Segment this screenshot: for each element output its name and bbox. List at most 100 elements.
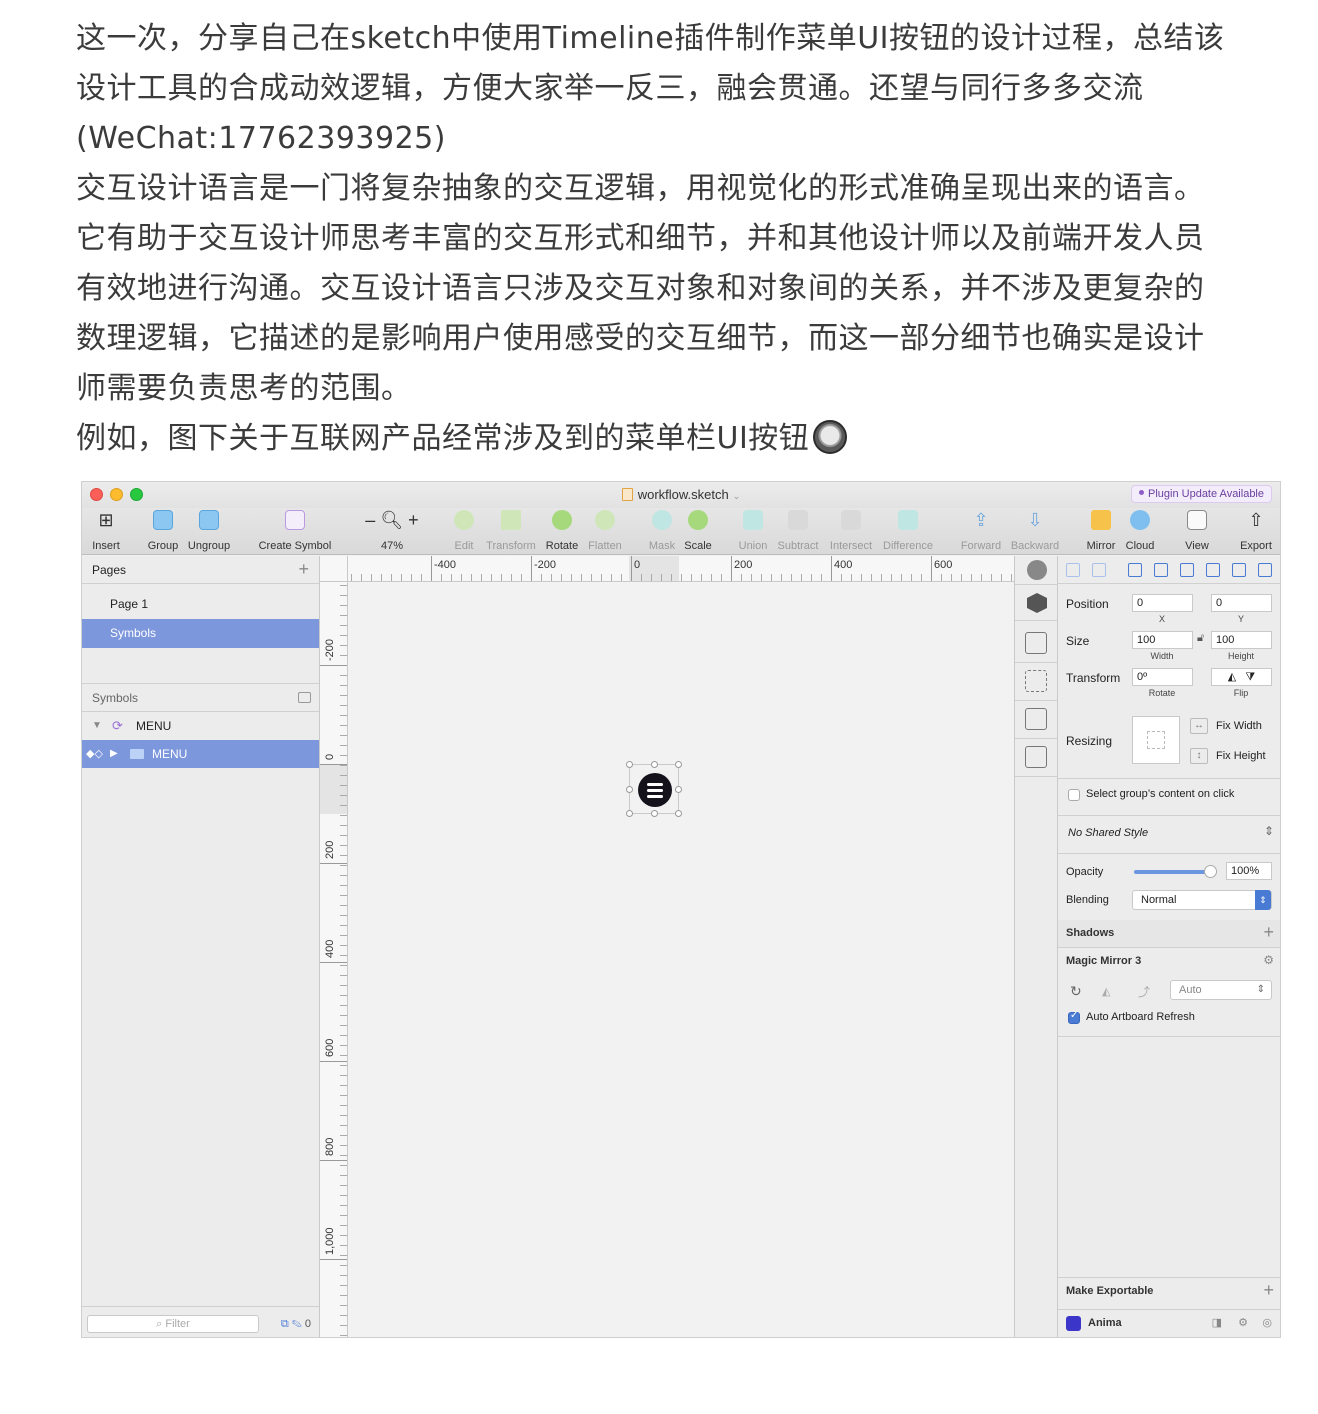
disclosure-triangle-icon[interactable]: ▼ bbox=[92, 712, 102, 740]
distribute-horizontal-icon[interactable] bbox=[1066, 563, 1080, 577]
form-icon[interactable] bbox=[1025, 632, 1047, 654]
fix-width-label[interactable]: Fix Width bbox=[1216, 720, 1262, 732]
intersect-label: Intersect bbox=[829, 540, 873, 552]
align-left-icon[interactable] bbox=[1128, 563, 1142, 577]
align-center-icon[interactable] bbox=[1154, 563, 1168, 577]
gear-icon[interactable]: ⚙ bbox=[1238, 1310, 1248, 1337]
width-field[interactable]: 100 bbox=[1132, 631, 1193, 649]
ungroup-button[interactable]: Ungroup bbox=[179, 510, 239, 552]
filter-tools[interactable]: ⧉ ✎ 0 bbox=[281, 1318, 311, 1331]
collapse-icon[interactable] bbox=[298, 692, 311, 703]
align-top-icon[interactable] bbox=[1206, 563, 1220, 577]
plugin-update-badge[interactable]: Plugin Update Available bbox=[1131, 485, 1272, 503]
insert-button[interactable]: ⊞ Insert bbox=[82, 510, 136, 552]
resize-handle[interactable] bbox=[626, 810, 633, 817]
mirror-shape-icon[interactable]: ◭ bbox=[1102, 985, 1110, 998]
hamburger-menu-icon[interactable] bbox=[638, 773, 672, 807]
target-icon[interactable]: ◎ bbox=[1262, 1310, 1272, 1337]
chevron-down-icon[interactable]: ⌄ bbox=[733, 491, 741, 501]
rotate-shape-icon[interactable]: ⤴ bbox=[1138, 983, 1150, 1000]
y-field[interactable]: 0 bbox=[1211, 594, 1272, 612]
vertical-ruler[interactable]: -200 0 200 400 600 800 1,000 bbox=[320, 582, 348, 1337]
resize-handle[interactable] bbox=[626, 761, 633, 768]
page-item-selected[interactable]: Symbols bbox=[82, 619, 319, 648]
resize-handle[interactable] bbox=[675, 761, 682, 768]
chevron-updown-icon[interactable]: ⇕ bbox=[1264, 824, 1274, 838]
scale-button[interactable]: Scale bbox=[668, 510, 728, 552]
auto-artboard-refresh-checkbox[interactable] bbox=[1068, 1010, 1080, 1024]
flip-control[interactable]: ◭ ⧩ bbox=[1211, 668, 1272, 686]
flatten-button[interactable]: Flatten bbox=[575, 510, 635, 552]
difference-button[interactable]: Difference bbox=[878, 510, 938, 552]
zoom-control[interactable]: – 🔍︎ + 47% bbox=[362, 510, 422, 552]
blending-select[interactable]: Normal ⇕ bbox=[1132, 890, 1272, 910]
layer-row[interactable]: ▼ ⟳ MENU bbox=[82, 712, 319, 740]
ruler-tick bbox=[340, 1325, 347, 1326]
document-title: workflow.sketch ⌄ bbox=[82, 487, 1280, 502]
resizing-constraints-widget[interactable] bbox=[1132, 716, 1180, 764]
ruler-label: 0 bbox=[324, 753, 336, 760]
distribute-vertical-icon[interactable] bbox=[1092, 563, 1106, 577]
gear-icon[interactable]: ⚙ bbox=[1263, 948, 1274, 973]
align-right-icon[interactable] bbox=[1180, 563, 1194, 577]
rotate-field[interactable]: 0º bbox=[1132, 668, 1193, 686]
flip-horizontal-icon[interactable]: ◭ bbox=[1228, 671, 1236, 683]
create-symbol-button[interactable]: Create Symbol bbox=[250, 510, 340, 552]
resize-handle[interactable] bbox=[651, 810, 658, 817]
page-item[interactable]: Page 1 bbox=[82, 590, 319, 619]
align-middle-icon[interactable] bbox=[1232, 563, 1246, 577]
resize-artboard-icon[interactable] bbox=[1025, 708, 1047, 730]
opacity-field[interactable]: 100% bbox=[1226, 862, 1272, 880]
flip-vertical-icon[interactable]: ⧩ bbox=[1245, 671, 1255, 683]
fix-height-label[interactable]: Fix Height bbox=[1216, 750, 1266, 762]
add-shadow-icon[interactable]: + bbox=[1263, 920, 1274, 945]
resize-handle[interactable] bbox=[626, 786, 633, 793]
paragraph-line: 数理逻辑，它描述的是影响用户使用感受的交互细节，而这一部分细节也确实是设计 bbox=[76, 321, 1205, 356]
subtract-button[interactable]: Subtract bbox=[768, 510, 828, 552]
ruler-tick bbox=[401, 574, 402, 581]
align-bottom-icon[interactable] bbox=[1258, 563, 1272, 577]
forward-button[interactable]: ⇪ Forward bbox=[951, 510, 1011, 552]
export-button[interactable]: ⇧ Export bbox=[1226, 510, 1280, 552]
resize-handle[interactable] bbox=[675, 786, 682, 793]
panel-toggle-icon[interactable]: ◨ bbox=[1212, 1310, 1222, 1337]
backward-button[interactable]: ⇩ Backward bbox=[1005, 510, 1065, 552]
ruler-tick bbox=[381, 574, 382, 581]
layer-name: MENU bbox=[136, 719, 172, 733]
hexagon-icon[interactable] bbox=[1027, 593, 1047, 613]
opacity-slider[interactable] bbox=[1134, 870, 1210, 874]
magic-mirror-mode-select[interactable]: Auto ⇕ bbox=[1170, 980, 1272, 1000]
layer-row-selected[interactable]: ◆◇ ▶ MENU bbox=[82, 740, 319, 768]
ruler-tick bbox=[791, 574, 792, 581]
ruler-tick bbox=[340, 1125, 347, 1126]
selected-symbol[interactable] bbox=[626, 761, 682, 817]
add-export-icon[interactable]: + bbox=[1263, 1278, 1274, 1303]
view-button[interactable]: View bbox=[1167, 510, 1227, 552]
height-field[interactable]: 100 bbox=[1211, 631, 1272, 649]
select-group-content-checkbox[interactable] bbox=[1068, 789, 1080, 801]
ruler-tick bbox=[821, 574, 822, 581]
lock-icon[interactable]: 🔓︎ bbox=[1197, 632, 1204, 645]
intersect-button[interactable]: Intersect bbox=[821, 510, 881, 552]
add-page-icon[interactable]: + bbox=[298, 556, 309, 582]
cloud-button[interactable]: Cloud bbox=[1110, 510, 1170, 552]
ruler-label: 600 bbox=[324, 1038, 336, 1057]
filter-input[interactable]: ⌕ Filter bbox=[87, 1315, 259, 1333]
horizontal-ruler[interactable]: -400 -200 0 200 400 600 bbox=[348, 556, 1014, 582]
filter-placeholder: Filter bbox=[165, 1318, 190, 1330]
x-field[interactable]: 0 bbox=[1132, 594, 1193, 612]
disclosure-triangle-icon[interactable]: ▶ bbox=[110, 740, 118, 768]
components-icon[interactable] bbox=[1025, 670, 1047, 692]
resize-handle[interactable] bbox=[675, 810, 682, 817]
shared-style-select[interactable]: No Shared Style bbox=[1068, 827, 1148, 839]
refresh-icon[interactable]: ↻ bbox=[1070, 983, 1082, 1000]
resize-handle[interactable] bbox=[651, 761, 658, 768]
opacity-slider-knob[interactable] bbox=[1204, 865, 1217, 878]
filter-count: 0 bbox=[304, 1318, 311, 1330]
magic-mirror-label: Magic Mirror 3 bbox=[1066, 955, 1142, 967]
c-plugin-icon[interactable] bbox=[1027, 560, 1047, 580]
add-image-icon[interactable] bbox=[1025, 746, 1047, 768]
canvas[interactable] bbox=[348, 582, 1014, 1337]
fix-width-icon[interactable]: ↔ bbox=[1190, 718, 1208, 734]
fix-height-icon[interactable]: ↕ bbox=[1190, 748, 1208, 764]
